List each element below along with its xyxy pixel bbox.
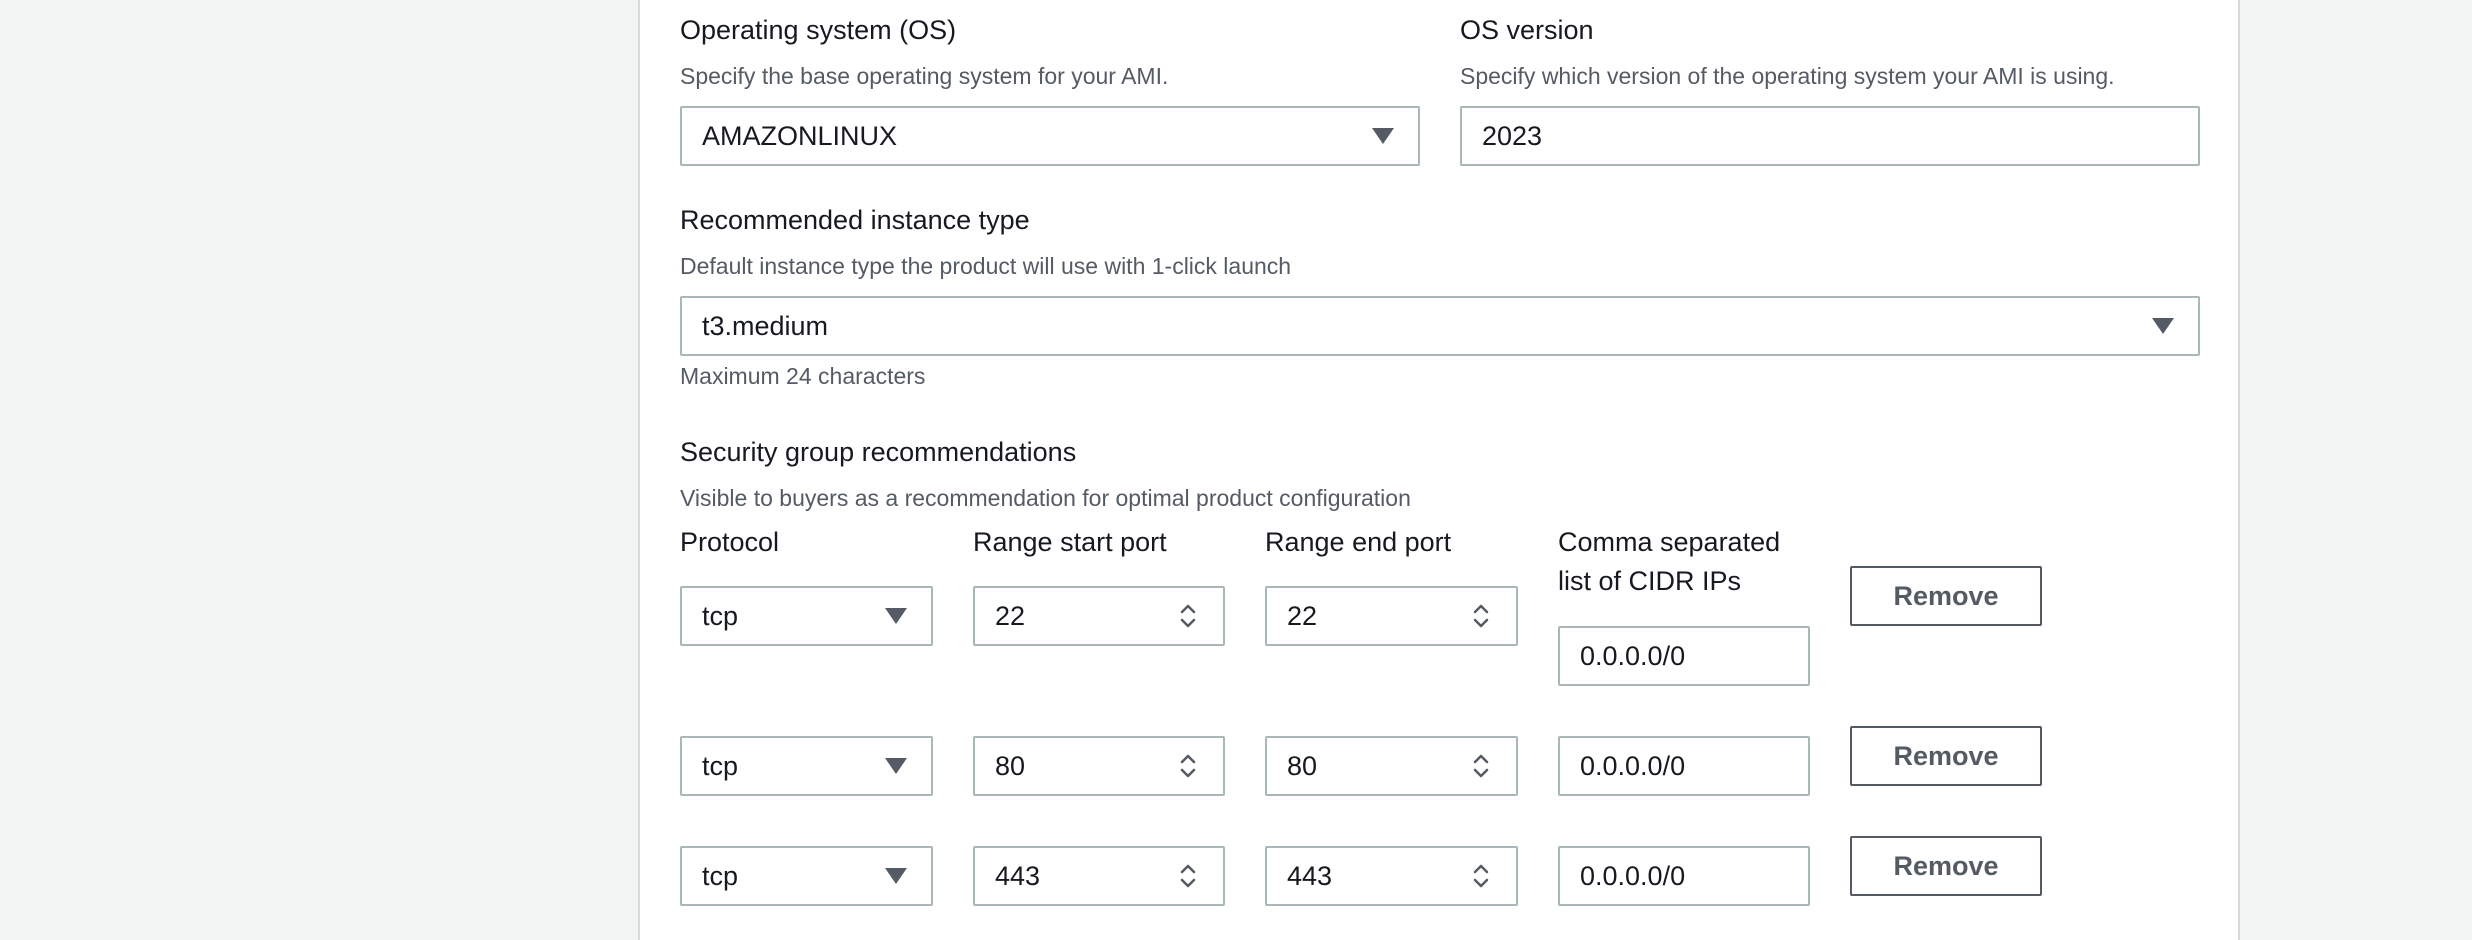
end-port-column-header: Range end port	[1265, 527, 1452, 557]
start-port-input[interactable]: 443	[973, 846, 1225, 906]
cidr-input[interactable]: 0.0.0.0/0	[1558, 626, 1810, 686]
instance-type-select[interactable]: t3.medium	[680, 296, 2200, 356]
cidr-value: 0.0.0.0/0	[1580, 640, 1686, 671]
instance-type-description: Default instance type the product will u…	[680, 253, 1292, 279]
protocol-select[interactable]: tcp	[680, 736, 933, 796]
protocol-column-header: Protocol	[680, 527, 780, 557]
caret-down-icon	[1372, 128, 1394, 144]
cidr-column-header-line2: list of CIDR IPs	[1558, 566, 1742, 596]
start-port-input[interactable]: 80	[973, 736, 1225, 796]
cidr-column-header-line1: Comma separated	[1558, 527, 1781, 557]
start-port-input[interactable]: 22	[973, 586, 1225, 646]
cidr-column-header: Comma separated list of CIDR IPs	[1558, 526, 1780, 597]
spinner-icon[interactable]	[1470, 860, 1492, 892]
end-port-input[interactable]: 22	[1265, 586, 1518, 646]
spinner-icon[interactable]	[1470, 750, 1492, 782]
protocol-select[interactable]: tcp	[680, 846, 933, 906]
remove-button[interactable]: Remove	[1850, 726, 2042, 786]
security-group-label: Security group recommendations	[680, 437, 1077, 467]
os-select-value: AMAZONLINUX	[702, 120, 898, 151]
instance-type-constraint: Maximum 24 characters	[680, 363, 926, 389]
caret-down-icon	[885, 758, 907, 774]
os-version-value: 2023	[1482, 120, 1543, 151]
cidr-input[interactable]: 0.0.0.0/0	[1558, 736, 1810, 796]
remove-button[interactable]: Remove	[1850, 566, 2042, 626]
os-select[interactable]: AMAZONLINUX	[680, 106, 1420, 166]
end-port-input[interactable]: 80	[1265, 736, 1518, 796]
spinner-icon[interactable]	[1177, 600, 1199, 632]
spinner-icon[interactable]	[1470, 600, 1492, 632]
security-group-description: Visible to buyers as a recommendation fo…	[680, 485, 1411, 511]
spinner-icon[interactable]	[1177, 750, 1199, 782]
caret-down-icon	[2152, 318, 2174, 334]
form-panel: Operating system (OS) Specify the base o…	[638, 0, 2240, 940]
os-label: Operating system (OS)	[680, 15, 957, 45]
remove-button[interactable]: Remove	[1850, 836, 2042, 896]
start-port-column-header: Range start port	[973, 527, 1167, 557]
cidr-input[interactable]: 0.0.0.0/0	[1558, 846, 1810, 906]
end-port-input[interactable]: 443	[1265, 846, 1518, 906]
instance-type-value: t3.medium	[702, 310, 829, 341]
caret-down-icon	[885, 868, 907, 884]
os-version-description: Specify which version of the operating s…	[1460, 63, 2115, 89]
os-description: Specify the base operating system for yo…	[680, 63, 1169, 89]
protocol-select[interactable]: tcp	[680, 586, 933, 646]
spinner-icon[interactable]	[1177, 860, 1199, 892]
cidr-value: 0.0.0.0/0	[1580, 860, 1686, 891]
cidr-value: 0.0.0.0/0	[1580, 750, 1686, 781]
caret-down-icon	[885, 608, 907, 624]
instance-type-label: Recommended instance type	[680, 205, 1030, 235]
os-version-label: OS version	[1460, 15, 1594, 45]
os-version-input[interactable]: 2023	[1460, 106, 2200, 166]
